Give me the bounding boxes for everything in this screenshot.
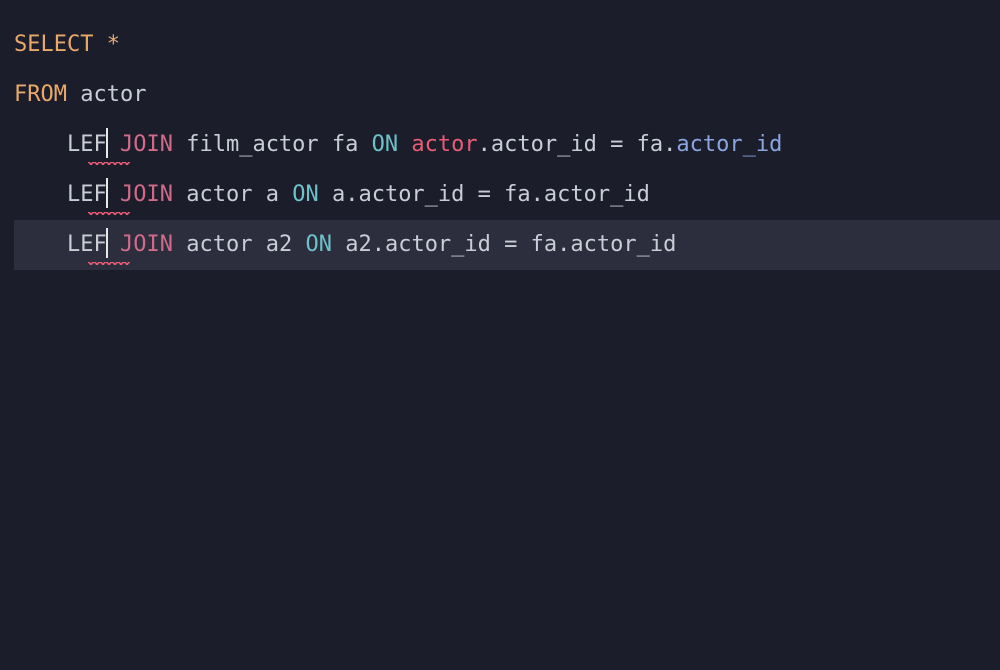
keyword-join: JOIN bbox=[120, 182, 173, 207]
keyword-join: JOIN bbox=[120, 132, 173, 157]
partial-keyword: LEF bbox=[67, 132, 107, 157]
text-caret bbox=[106, 178, 108, 208]
keyword-join: JOIN bbox=[120, 232, 173, 257]
star-wildcard: * bbox=[107, 32, 120, 57]
dot: . bbox=[478, 132, 491, 157]
table-name: actor bbox=[80, 82, 146, 107]
column-name: actor_id bbox=[385, 232, 491, 257]
table-ref: fa bbox=[504, 182, 531, 207]
dot: . bbox=[663, 132, 676, 157]
table-ref: actor bbox=[411, 132, 477, 157]
equals-operator: = bbox=[610, 132, 623, 157]
dot: . bbox=[345, 182, 358, 207]
keyword-from: FROM bbox=[14, 82, 67, 107]
keyword-on: ON bbox=[372, 132, 399, 157]
dot: . bbox=[557, 232, 570, 257]
column-name: actor_id bbox=[544, 182, 650, 207]
table-name: actor bbox=[186, 232, 252, 257]
column-name: actor_id bbox=[491, 132, 597, 157]
code-editor[interactable]: SELECT * FROM actor LEF JOIN film_actor … bbox=[0, 0, 1000, 270]
keyword-on: ON bbox=[292, 182, 319, 207]
dot: . bbox=[531, 182, 544, 207]
equals-operator: = bbox=[504, 232, 517, 257]
partial-keyword: LEF bbox=[67, 182, 107, 207]
table-alias: a2 bbox=[266, 232, 293, 257]
text-caret bbox=[106, 228, 108, 258]
keyword-on: ON bbox=[305, 232, 332, 257]
keyword-select: SELECT bbox=[14, 32, 93, 57]
table-name: film_actor bbox=[186, 132, 318, 157]
error-squiggle bbox=[88, 212, 130, 215]
code-line[interactable]: FROM actor bbox=[14, 70, 1000, 120]
table-alias: fa bbox=[332, 132, 359, 157]
dot: . bbox=[372, 232, 385, 257]
equals-operator: = bbox=[478, 182, 491, 207]
table-ref: a2 bbox=[345, 232, 372, 257]
code-line[interactable]: LEF JOIN actor a ON a.actor_id = fa.acto… bbox=[14, 170, 1000, 220]
column-name: actor_id bbox=[676, 132, 782, 157]
error-squiggle bbox=[88, 162, 130, 165]
column-name: actor_id bbox=[358, 182, 464, 207]
code-line[interactable]: SELECT * bbox=[14, 20, 1000, 70]
code-line-active[interactable]: LEF JOIN actor a2 ON a2.actor_id = fa.ac… bbox=[14, 220, 1000, 270]
code-line[interactable]: LEF JOIN film_actor fa ON actor.actor_id… bbox=[14, 120, 1000, 170]
table-ref: a bbox=[332, 182, 345, 207]
error-squiggle bbox=[88, 262, 130, 265]
table-ref: fa bbox=[637, 132, 664, 157]
table-name: actor bbox=[186, 182, 252, 207]
text-caret bbox=[106, 128, 108, 158]
table-alias: a bbox=[266, 182, 279, 207]
column-name: actor_id bbox=[570, 232, 676, 257]
partial-keyword: LEF bbox=[67, 232, 107, 257]
table-ref: fa bbox=[531, 232, 558, 257]
